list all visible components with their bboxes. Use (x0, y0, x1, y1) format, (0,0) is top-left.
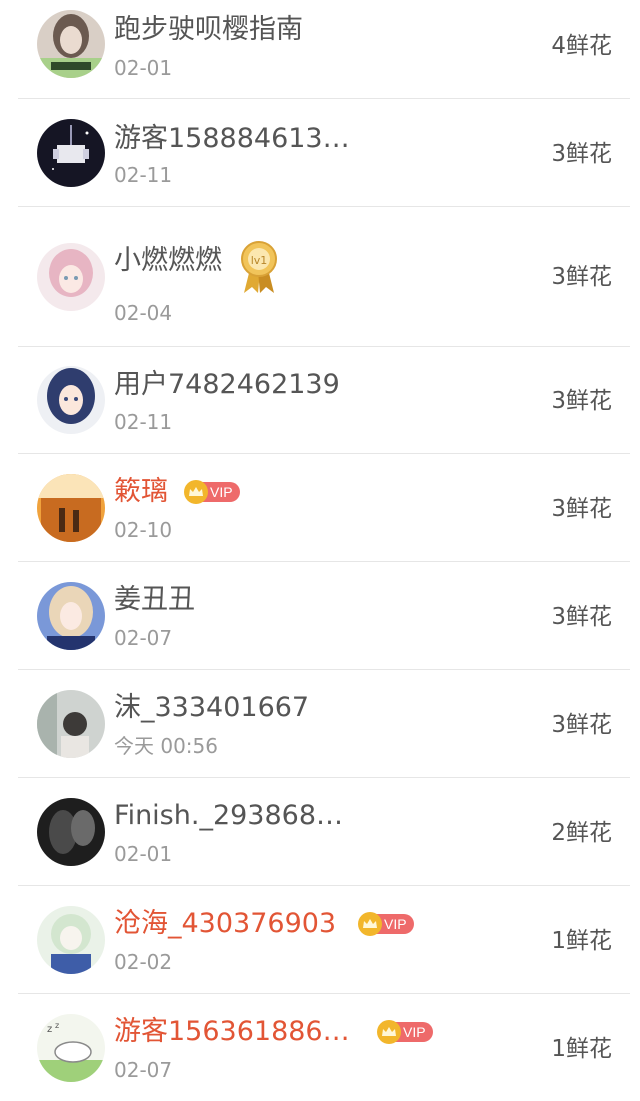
list-item[interactable]: zz 游客156361886… VIP 02-07 1鲜花 (0, 994, 640, 1101)
avatar-anime-white-icon[interactable] (37, 906, 105, 974)
vip-badge: VIP (184, 480, 240, 504)
gift-date: 02-10 (114, 518, 173, 542)
crown-icon (358, 912, 382, 936)
avatar-sunset-icon[interactable] (37, 474, 105, 542)
user-name[interactable]: 沫_333401667 (114, 692, 309, 724)
user-name[interactable]: 沧海_430376903 (114, 908, 336, 940)
gift-date: 今天 00:56 (114, 734, 218, 758)
flower-count: 3鲜花 (551, 264, 612, 290)
user-name[interactable]: 游客156361886… (114, 1016, 350, 1048)
list-item[interactable]: 小燃燃燃 lv1 02-04 3鲜花 (0, 207, 640, 347)
list-item[interactable]: 沫_333401667 今天 00:56 3鲜花 (0, 670, 640, 778)
gift-date: 02-11 (114, 410, 173, 434)
svg-text:z: z (47, 1024, 52, 1035)
user-name[interactable]: 簌璃 (114, 476, 168, 508)
crown-icon (184, 480, 208, 504)
level-badge-text: lv1 (251, 254, 268, 267)
svg-text:z: z (55, 1021, 59, 1030)
flower-count: 3鲜花 (551, 388, 612, 414)
list-item[interactable]: 簌璃 VIP 02-10 3鲜花 (0, 454, 640, 562)
gift-date: 02-01 (114, 56, 173, 80)
vip-badge: VIP (377, 1020, 433, 1044)
list-item[interactable]: 跑步驶呗樱指南 02-01 4鲜花 (0, 0, 640, 99)
flower-count: 3鲜花 (551, 496, 612, 522)
crown-icon (377, 1020, 401, 1044)
user-name[interactable]: 用户7482462139 (114, 369, 340, 401)
user-name[interactable]: 跑步驶呗樱指南 (114, 14, 303, 46)
flower-ranking-list: 跑步驶呗樱指南 02-01 4鲜花 游客158884613… 02-11 3鲜花… (0, 0, 640, 1101)
flower-count: 3鲜花 (551, 712, 612, 738)
gift-date: 02-02 (114, 950, 173, 974)
flower-count: 3鲜花 (551, 604, 612, 630)
user-name[interactable]: 姜丑丑 (114, 584, 195, 616)
avatar-space-icon[interactable] (37, 119, 105, 187)
gift-date: 02-04 (114, 301, 173, 325)
flower-count: 1鲜花 (551, 928, 612, 954)
list-item[interactable]: 姜丑丑 02-07 3鲜花 (0, 562, 640, 670)
flower-count: 2鲜花 (551, 820, 612, 846)
avatar-sleeping-icon[interactable]: zz (37, 1014, 105, 1082)
avatar-anime-blue-icon[interactable] (37, 366, 105, 434)
avatar-anime-pink-icon[interactable] (37, 243, 105, 311)
list-item[interactable]: 用户7482462139 02-11 3鲜花 (0, 347, 640, 454)
avatar-girl-text-icon[interactable] (37, 10, 105, 78)
avatar-person-icon[interactable] (37, 690, 105, 758)
user-name[interactable]: Finish._293868… (114, 800, 343, 832)
flower-count: 3鲜花 (551, 141, 612, 167)
user-name[interactable]: 游客158884613… (114, 123, 350, 155)
avatar-girl-blonde-icon[interactable] (37, 582, 105, 650)
gift-date: 02-07 (114, 626, 173, 650)
user-name[interactable]: 小燃燃燃 (114, 245, 222, 277)
vip-badge: VIP (358, 912, 414, 936)
gift-date: 02-11 (114, 163, 173, 187)
list-item[interactable]: 游客158884613… 02-11 3鲜花 (0, 99, 640, 207)
gift-date: 02-01 (114, 842, 173, 866)
level-medal-icon: lv1 (238, 239, 280, 295)
avatar-dark-icon[interactable] (37, 798, 105, 866)
gift-date: 02-07 (114, 1058, 173, 1082)
list-item[interactable]: 沧海_430376903 VIP 02-02 1鲜花 (0, 886, 640, 994)
list-item[interactable]: Finish._293868… 02-01 2鲜花 (0, 778, 640, 886)
flower-count: 4鲜花 (551, 33, 612, 59)
flower-count: 1鲜花 (551, 1036, 612, 1062)
